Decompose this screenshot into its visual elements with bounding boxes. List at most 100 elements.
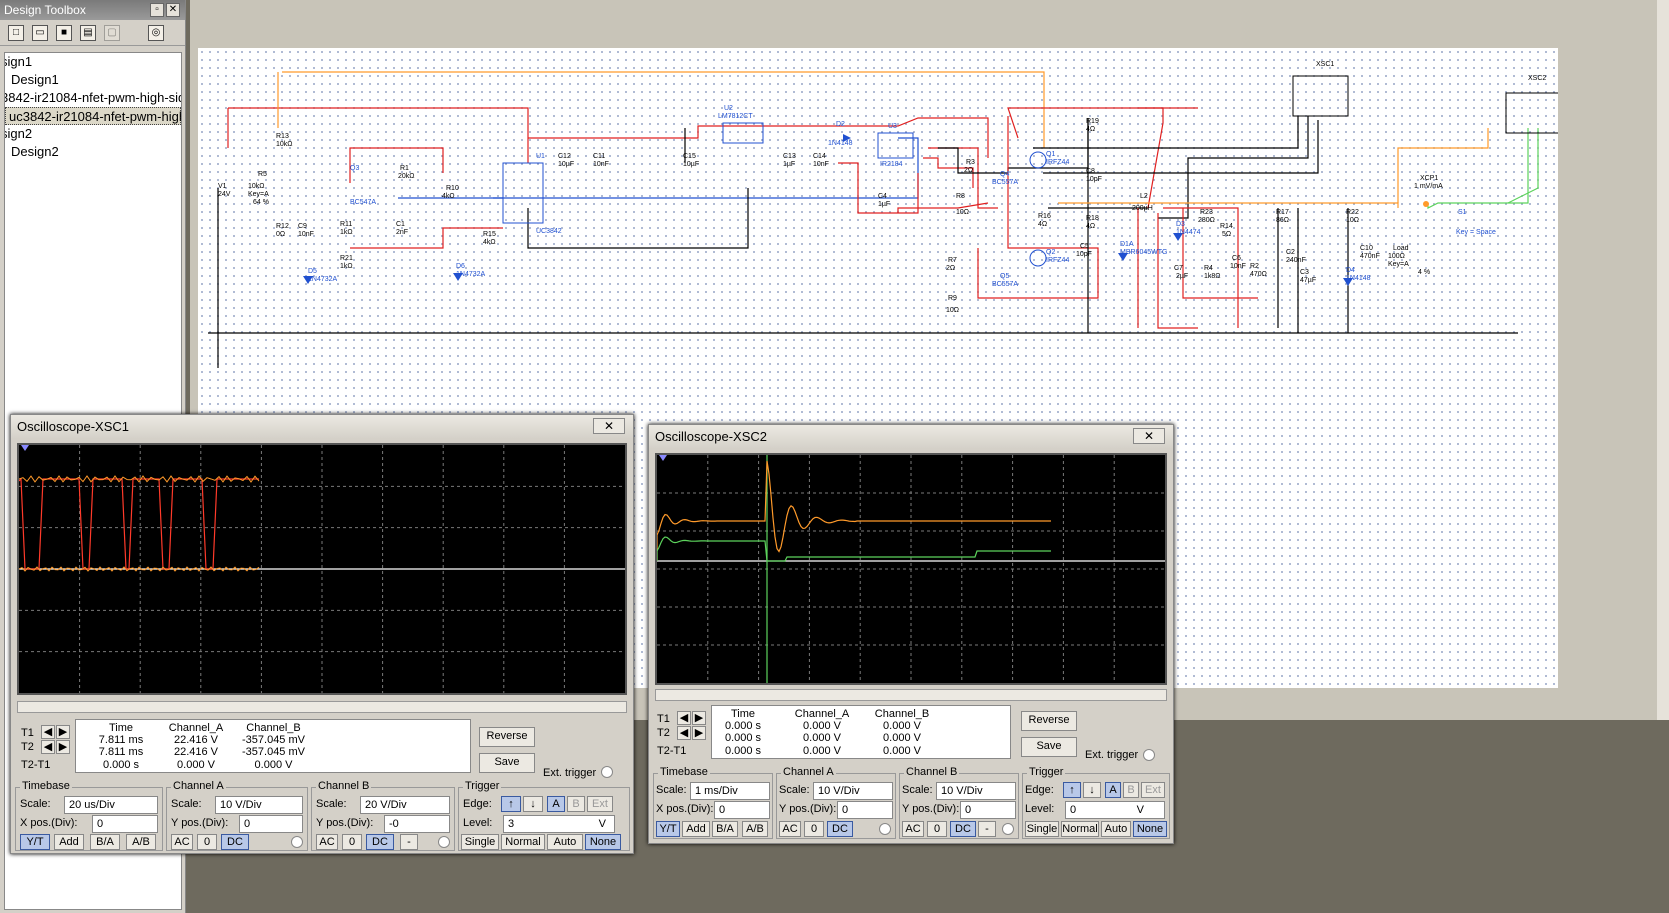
xsc2-cha-ypos-field[interactable]: 0: [837, 801, 893, 819]
xsc2-screen[interactable]: [655, 453, 1167, 685]
xsc2-none-button[interactable]: None: [1133, 821, 1167, 837]
toolbox-restore-button[interactable]: ▫: [150, 3, 164, 17]
xsc2-chb-terminal[interactable]: [1002, 823, 1014, 835]
xsc1-chb-scale-field[interactable]: 20 V/Div: [360, 796, 450, 814]
xsc1-chb-terminal[interactable]: [438, 836, 450, 848]
toolbox-close-button[interactable]: ✕: [166, 3, 180, 17]
tree-item[interactable]: Design2: [5, 143, 181, 161]
xsc2-chb-invert-button[interactable]: -: [978, 821, 996, 837]
xsc1-single-button[interactable]: Single: [461, 834, 499, 850]
xsc1-auto-button[interactable]: Auto: [547, 834, 583, 850]
schematic-component-label: 10Ω: [1346, 217, 1359, 224]
xsc1-save-button[interactable]: Save: [479, 753, 535, 773]
xsc2-timebase-scale-field[interactable]: 1 ms/Div: [690, 782, 770, 800]
xsc1-level-field[interactable]: 3V: [503, 815, 615, 833]
xsc2-auto-button[interactable]: Auto: [1101, 821, 1131, 837]
xsc1-t2-left-arrow[interactable]: ◀: [41, 740, 55, 754]
schematic-component-label: BC547A: [350, 199, 376, 206]
xsc2-add-button[interactable]: Add: [682, 821, 710, 837]
xsc1-t2-right-arrow[interactable]: ▶: [56, 740, 70, 754]
xsc2-close-button[interactable]: ✕: [1133, 428, 1165, 444]
xsc1-yt-button[interactable]: Y/T: [20, 834, 50, 850]
xsc2-t1-left-arrow[interactable]: ◀: [677, 711, 691, 725]
xsc2-chb-ypos-field[interactable]: 0: [960, 801, 1016, 819]
xsc2-cha-dc-button[interactable]: DC: [827, 821, 853, 837]
xsc2-trigger-ext-button[interactable]: Ext: [1141, 782, 1165, 798]
xsc2-chb-ac-button[interactable]: AC: [902, 821, 924, 837]
tree-item[interactable]: Design1: [5, 71, 181, 89]
open-design-icon[interactable]: ▭: [32, 24, 48, 41]
xsc2-reverse-button[interactable]: Reverse: [1021, 711, 1077, 731]
xsc2-save-button[interactable]: Save: [1021, 737, 1077, 757]
save-design-icon[interactable]: ■: [56, 24, 72, 41]
xsc1-timebase-scale-field[interactable]: 20 us/Div: [64, 796, 158, 814]
xsc1-chb-ypos-field[interactable]: -0: [384, 815, 450, 833]
xsc1-t1-right-arrow[interactable]: ▶: [56, 725, 70, 739]
xsc1-t1-left-arrow[interactable]: ◀: [41, 725, 55, 739]
xsc1-cha-dc-button[interactable]: DC: [221, 834, 249, 850]
xsc1-trigger-b-button[interactable]: B: [567, 796, 585, 812]
xsc1-scrollbar[interactable]: [17, 701, 627, 713]
xsc2-xpos-field[interactable]: 0: [714, 801, 770, 819]
xsc1-cha-terminal[interactable]: [291, 836, 303, 848]
xsc2-t2-right-arrow[interactable]: ▶: [692, 726, 706, 740]
tree-item[interactable]: 3842-ir21084-nfet-pwm-high-side: [5, 89, 181, 107]
xsc1-none-button[interactable]: None: [585, 834, 621, 850]
xsc2-single-button[interactable]: Single: [1025, 821, 1059, 837]
xsc2-chb-scale-field[interactable]: 10 V/Div: [936, 782, 1016, 800]
xsc2-t1-right-arrow[interactable]: ▶: [692, 711, 706, 725]
xsc2-yt-button[interactable]: Y/T: [656, 821, 680, 837]
xsc1-level-value: 3: [508, 818, 515, 830]
schematic-component-label: 10nF: [298, 231, 314, 238]
xsc1-close-button[interactable]: ✕: [593, 418, 625, 434]
xsc1-screen[interactable]: [17, 443, 627, 695]
xsc2-cha-terminal[interactable]: [879, 823, 891, 835]
xsc2-scrollbar[interactable]: [655, 689, 1167, 701]
xsc1-reverse-button[interactable]: Reverse: [479, 727, 535, 747]
xsc1-chb-ac-button[interactable]: AC: [316, 834, 338, 850]
schematic-component-label: 10pF: [1086, 176, 1102, 183]
xsc1-chb-zero-button[interactable]: 0: [342, 834, 362, 850]
xsc2-falling-edge-button[interactable]: ↓: [1083, 782, 1101, 798]
xsc2-ab-button[interactable]: A/B: [742, 821, 768, 837]
xsc2-ext-trigger-terminal[interactable]: [1143, 749, 1155, 761]
delete-sheet-icon[interactable]: ▢: [104, 24, 120, 41]
xsc2-cha-ac-button[interactable]: AC: [779, 821, 801, 837]
xsc1-ba-button[interactable]: B/A: [90, 834, 120, 850]
schematic-component-label: Q1: [1046, 151, 1055, 158]
xsc1-rising-edge-button[interactable]: ↑: [501, 796, 521, 812]
xsc2-chb-zero-button[interactable]: 0: [927, 821, 947, 837]
xsc2-cha-scale-field[interactable]: 10 V/Div: [813, 782, 893, 800]
xsc1-trigger-ext-button[interactable]: Ext: [587, 796, 613, 812]
properties-icon[interactable]: ◎: [148, 24, 164, 41]
xsc1-cha-zero-button[interactable]: 0: [197, 834, 217, 850]
xsc2-chb-dc-button[interactable]: DC: [950, 821, 976, 837]
xsc1-falling-edge-button[interactable]: ↓: [523, 796, 543, 812]
tree-item-selected[interactable]: uc3842-ir21084-nfet-pwm-high-s: [5, 107, 181, 125]
xsc2-rising-edge-button[interactable]: ↑: [1063, 782, 1081, 798]
xsc1-cha-scale-field[interactable]: 10 V/Div: [215, 796, 303, 814]
xsc1-ab-button[interactable]: A/B: [126, 834, 156, 850]
tree-item[interactable]: sign1: [5, 53, 181, 71]
xsc1-cha-ac-button[interactable]: AC: [171, 834, 193, 850]
xsc2-t2-left-arrow[interactable]: ◀: [677, 726, 691, 740]
xsc2-cha-zero-button[interactable]: 0: [804, 821, 824, 837]
xsc1-chb-invert-button[interactable]: -: [400, 834, 418, 850]
xsc2-ba-button[interactable]: B/A: [712, 821, 738, 837]
new-design-icon[interactable]: □: [8, 24, 24, 41]
xsc1-add-button[interactable]: Add: [54, 834, 84, 850]
schematic-vscrollbar[interactable]: [1657, 0, 1669, 720]
xsc2-level-field[interactable]: 0V: [1065, 801, 1165, 819]
xsc2-normal-button[interactable]: Normal: [1061, 821, 1099, 837]
xsc1-normal-button[interactable]: Normal: [501, 834, 545, 850]
xsc1-ext-trigger-terminal[interactable]: [601, 766, 613, 778]
xsc1-trigger-a-button[interactable]: A: [547, 796, 565, 812]
xsc2-trigger-a-button[interactable]: A: [1105, 782, 1121, 798]
xsc1-xpos-field[interactable]: 0: [92, 815, 158, 833]
schematic-component-label: C7: [1174, 265, 1183, 272]
xsc2-trigger-b-button[interactable]: B: [1123, 782, 1139, 798]
new-sheet-icon[interactable]: ▤: [80, 24, 96, 41]
xsc1-cha-ypos-field[interactable]: 0: [239, 815, 303, 833]
xsc1-chb-dc-button[interactable]: DC: [366, 834, 394, 850]
tree-item[interactable]: sign2: [5, 125, 181, 143]
